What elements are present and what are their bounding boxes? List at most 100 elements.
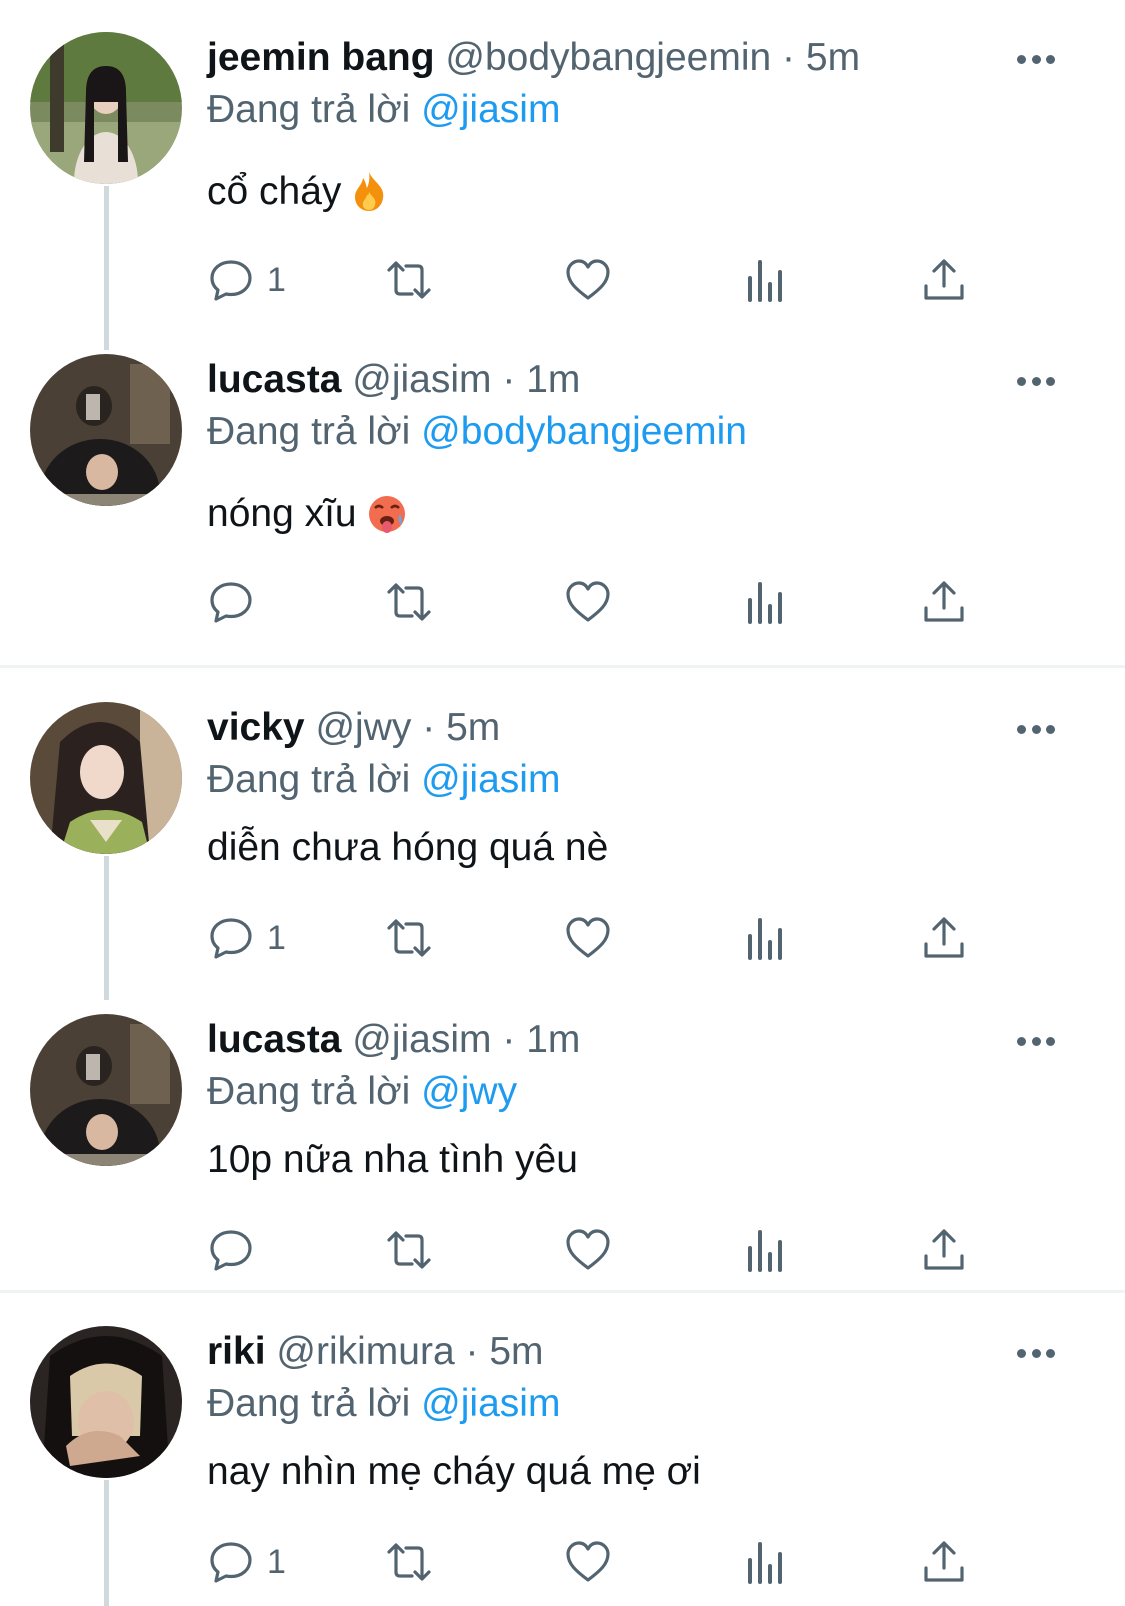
retweet-button[interactable] <box>385 250 433 310</box>
more-icon[interactable] <box>1017 40 1055 78</box>
timestamp[interactable]: 1m <box>526 1018 580 1061</box>
reply-icon <box>210 582 252 623</box>
avatar[interactable] <box>30 1326 182 1478</box>
tweet[interactable]: lucasta @jiasim · 1m Đang trả lời @jwy 1… <box>0 982 1125 1292</box>
avatar[interactable] <box>30 702 182 854</box>
avatar[interactable] <box>30 354 182 506</box>
views-button[interactable] <box>742 250 790 310</box>
mention-link[interactable]: @bodybangjeemin <box>421 410 747 453</box>
more-icon[interactable] <box>1017 710 1055 748</box>
views-button[interactable] <box>742 1220 790 1280</box>
share-icon <box>924 259 964 300</box>
replying-to-label: Đang trả lời <box>207 758 411 801</box>
mention-link[interactable]: @jiasim <box>421 758 560 801</box>
tweet-text: nóng xĩu <box>207 488 407 548</box>
replying-to: Đang trả lời @bodybangjeemin <box>207 406 747 458</box>
action-bar: 1 <box>0 250 1125 310</box>
display-name[interactable]: lucasta <box>207 358 341 401</box>
tweet[interactable]: lucasta @jiasim · 1m Đang trả lời @bodyb… <box>0 322 1125 632</box>
like-button[interactable] <box>564 572 612 632</box>
reply-count: 1 <box>267 918 286 957</box>
share-button[interactable] <box>920 250 968 310</box>
retweet-button[interactable] <box>385 572 433 632</box>
tweet-text-content: nay nhìn mẹ cháy quá mẹ ơi <box>207 1450 701 1493</box>
retweet-button[interactable] <box>385 1220 433 1280</box>
mention-link[interactable]: @jiasim <box>421 1382 560 1425</box>
timestamp[interactable]: 1m <box>526 358 580 401</box>
handle[interactable]: @jiasim <box>352 1018 491 1061</box>
like-icon <box>566 1229 610 1270</box>
action-bar: 1 <box>0 908 1125 968</box>
like-icon <box>566 259 610 300</box>
reply-button[interactable] <box>207 572 267 632</box>
share-button[interactable] <box>920 908 968 968</box>
mention-link[interactable]: @jwy <box>421 1070 517 1113</box>
separator-dot: · <box>502 358 516 401</box>
views-button[interactable] <box>742 572 790 632</box>
reply-button[interactable]: 1 <box>207 908 286 968</box>
more-icon[interactable] <box>1017 1022 1055 1060</box>
display-name[interactable]: jeemin bang <box>207 36 435 79</box>
reply-count: 1 <box>267 260 286 299</box>
timestamp[interactable]: 5m <box>806 36 860 79</box>
thread-divider <box>0 665 1125 668</box>
tweet-text-content: diễn chưa hóng quá nè <box>207 826 609 869</box>
display-name[interactable]: lucasta <box>207 1018 341 1061</box>
tweet[interactable]: jeemin bang @bodybangjeemin · 5m Đang tr… <box>0 0 1125 350</box>
retweet-button[interactable] <box>385 1532 433 1592</box>
tweet-text-content: 10p nữa nha tình yêu <box>207 1138 578 1181</box>
tweet[interactable]: vicky @jwy · 5m Đang trả lời @jiasim diễ… <box>0 670 1125 1000</box>
tweet-header: vicky @jwy · 5m <box>207 702 500 754</box>
tweet[interactable]: riki @rikimura · 5m Đang trả lời @jiasim… <box>0 1294 1125 1606</box>
handle[interactable]: @rikimura <box>276 1330 454 1373</box>
replying-to: Đang trả lời @jiasim <box>207 754 560 806</box>
reply-icon <box>210 1542 252 1583</box>
hot-face-emoji-icon <box>367 494 407 548</box>
avatar[interactable] <box>30 1014 182 1166</box>
like-button[interactable] <box>564 908 612 968</box>
like-button[interactable] <box>564 1220 612 1280</box>
views-icon <box>748 918 782 960</box>
like-icon <box>566 581 610 622</box>
reply-count: 1 <box>267 1542 286 1581</box>
tweet-header: riki @rikimura · 5m <box>207 1326 544 1378</box>
reply-button[interactable] <box>207 1220 267 1280</box>
handle[interactable]: @jiasim <box>352 358 491 401</box>
mention-link[interactable]: @jiasim <box>421 88 560 131</box>
separator-dot: · <box>502 1018 516 1061</box>
replying-to-label: Đang trả lời <box>207 1382 411 1425</box>
reply-button[interactable]: 1 <box>207 250 286 310</box>
handle[interactable]: @bodybangjeemin <box>445 36 771 79</box>
display-name[interactable]: vicky <box>207 706 305 749</box>
like-button[interactable] <box>564 1532 612 1592</box>
tweet-text: diễn chưa hóng quá nè <box>207 822 608 874</box>
share-icon <box>924 1229 964 1270</box>
views-button[interactable] <box>742 908 790 968</box>
share-button[interactable] <box>920 1220 968 1280</box>
share-button[interactable] <box>920 572 968 632</box>
separator-dot: · <box>465 1330 479 1373</box>
share-button[interactable] <box>920 1532 968 1592</box>
tweet-text: 10p nữa nha tình yêu <box>207 1134 578 1186</box>
views-icon <box>748 582 782 624</box>
like-button[interactable] <box>564 250 612 310</box>
views-button[interactable] <box>742 1532 790 1592</box>
timestamp[interactable]: 5m <box>446 706 500 749</box>
handle[interactable]: @jwy <box>315 706 411 749</box>
reply-icon <box>210 918 252 959</box>
like-icon <box>566 1541 610 1582</box>
avatar[interactable] <box>30 32 182 184</box>
more-icon[interactable] <box>1017 1334 1055 1372</box>
separator-dot: · <box>422 706 436 749</box>
display-name[interactable]: riki <box>207 1330 266 1373</box>
timestamp[interactable]: 5m <box>489 1330 543 1373</box>
tweet-header: lucasta @jiasim · 1m <box>207 1014 580 1066</box>
retweet-icon <box>387 261 431 299</box>
retweet-icon <box>387 1543 431 1581</box>
replying-to: Đang trả lời @jiasim <box>207 84 560 136</box>
reply-button[interactable]: 1 <box>207 1532 286 1592</box>
tweet-header: jeemin bang @bodybangjeemin · 5m <box>207 32 860 84</box>
retweet-button[interactable] <box>385 908 433 968</box>
more-icon[interactable] <box>1017 362 1055 400</box>
tweet-header: lucasta @jiasim · 1m <box>207 354 580 406</box>
